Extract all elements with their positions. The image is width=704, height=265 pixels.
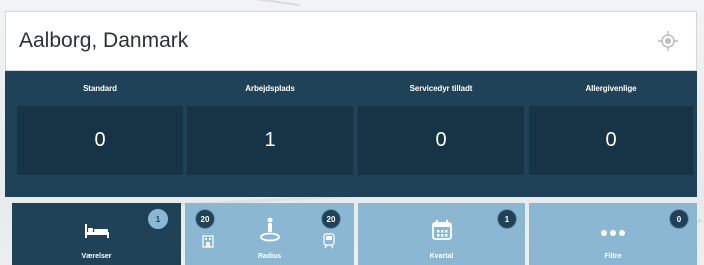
more-dots-icon xyxy=(601,230,625,236)
rooms-tile[interactable]: 1 Værelser xyxy=(12,203,181,265)
locate-button[interactable] xyxy=(655,28,681,54)
train-icon xyxy=(323,233,335,249)
stat-value: 0 xyxy=(358,106,524,175)
radius-right-badge: 20 xyxy=(321,209,341,229)
quarter-tile-label: Kvartal xyxy=(429,253,454,260)
location-search-text[interactable]: Aalborg, Danmark xyxy=(19,29,188,53)
building-icon xyxy=(202,235,214,248)
stat-label: Arbejdsplads xyxy=(245,84,295,93)
radius-tile[interactable]: 20 20 Radius xyxy=(185,203,354,265)
room-stats-panel: Standard 0 Arbejdsplads 1 Servicedyr til… xyxy=(5,71,697,197)
stat-workplace[interactable]: Arbejdsplads 1 xyxy=(187,71,353,197)
stat-value: 0 xyxy=(529,106,693,175)
bed-icon xyxy=(84,224,109,238)
stat-value: 1 xyxy=(187,106,353,175)
map-road xyxy=(240,0,300,7)
person-pin-icon xyxy=(259,217,280,242)
stat-standard[interactable]: Standard 0 xyxy=(17,71,183,197)
filters-tile-label: Filtre xyxy=(604,253,622,260)
calendar-icon xyxy=(431,220,452,240)
quarter-tile[interactable]: 1 Kvartal xyxy=(358,203,525,265)
stat-label: Standard xyxy=(83,84,117,93)
stat-service-animals[interactable]: Servicedyr tilladt 0 xyxy=(358,71,524,197)
location-search-bar[interactable]: Aalborg, Danmark xyxy=(5,11,697,71)
crosshair-target-icon xyxy=(658,31,678,51)
quarter-count-badge: 1 xyxy=(497,209,517,229)
stat-allergy-friendly[interactable]: Allergivenlige 0 xyxy=(529,71,693,197)
stat-label: Servicedyr tilladt xyxy=(409,84,473,93)
radius-left-badge: 20 xyxy=(195,209,215,229)
filters-count-badge: 0 xyxy=(669,209,689,229)
rooms-tile-label: Værelser xyxy=(81,253,112,260)
stat-value: 0 xyxy=(17,106,183,175)
radius-tile-label: Radius xyxy=(257,253,282,260)
filters-tile[interactable]: 0 Filtre xyxy=(529,203,697,265)
rooms-count-badge: 1 xyxy=(148,209,168,229)
stat-label: Allergivenlige xyxy=(585,84,637,93)
